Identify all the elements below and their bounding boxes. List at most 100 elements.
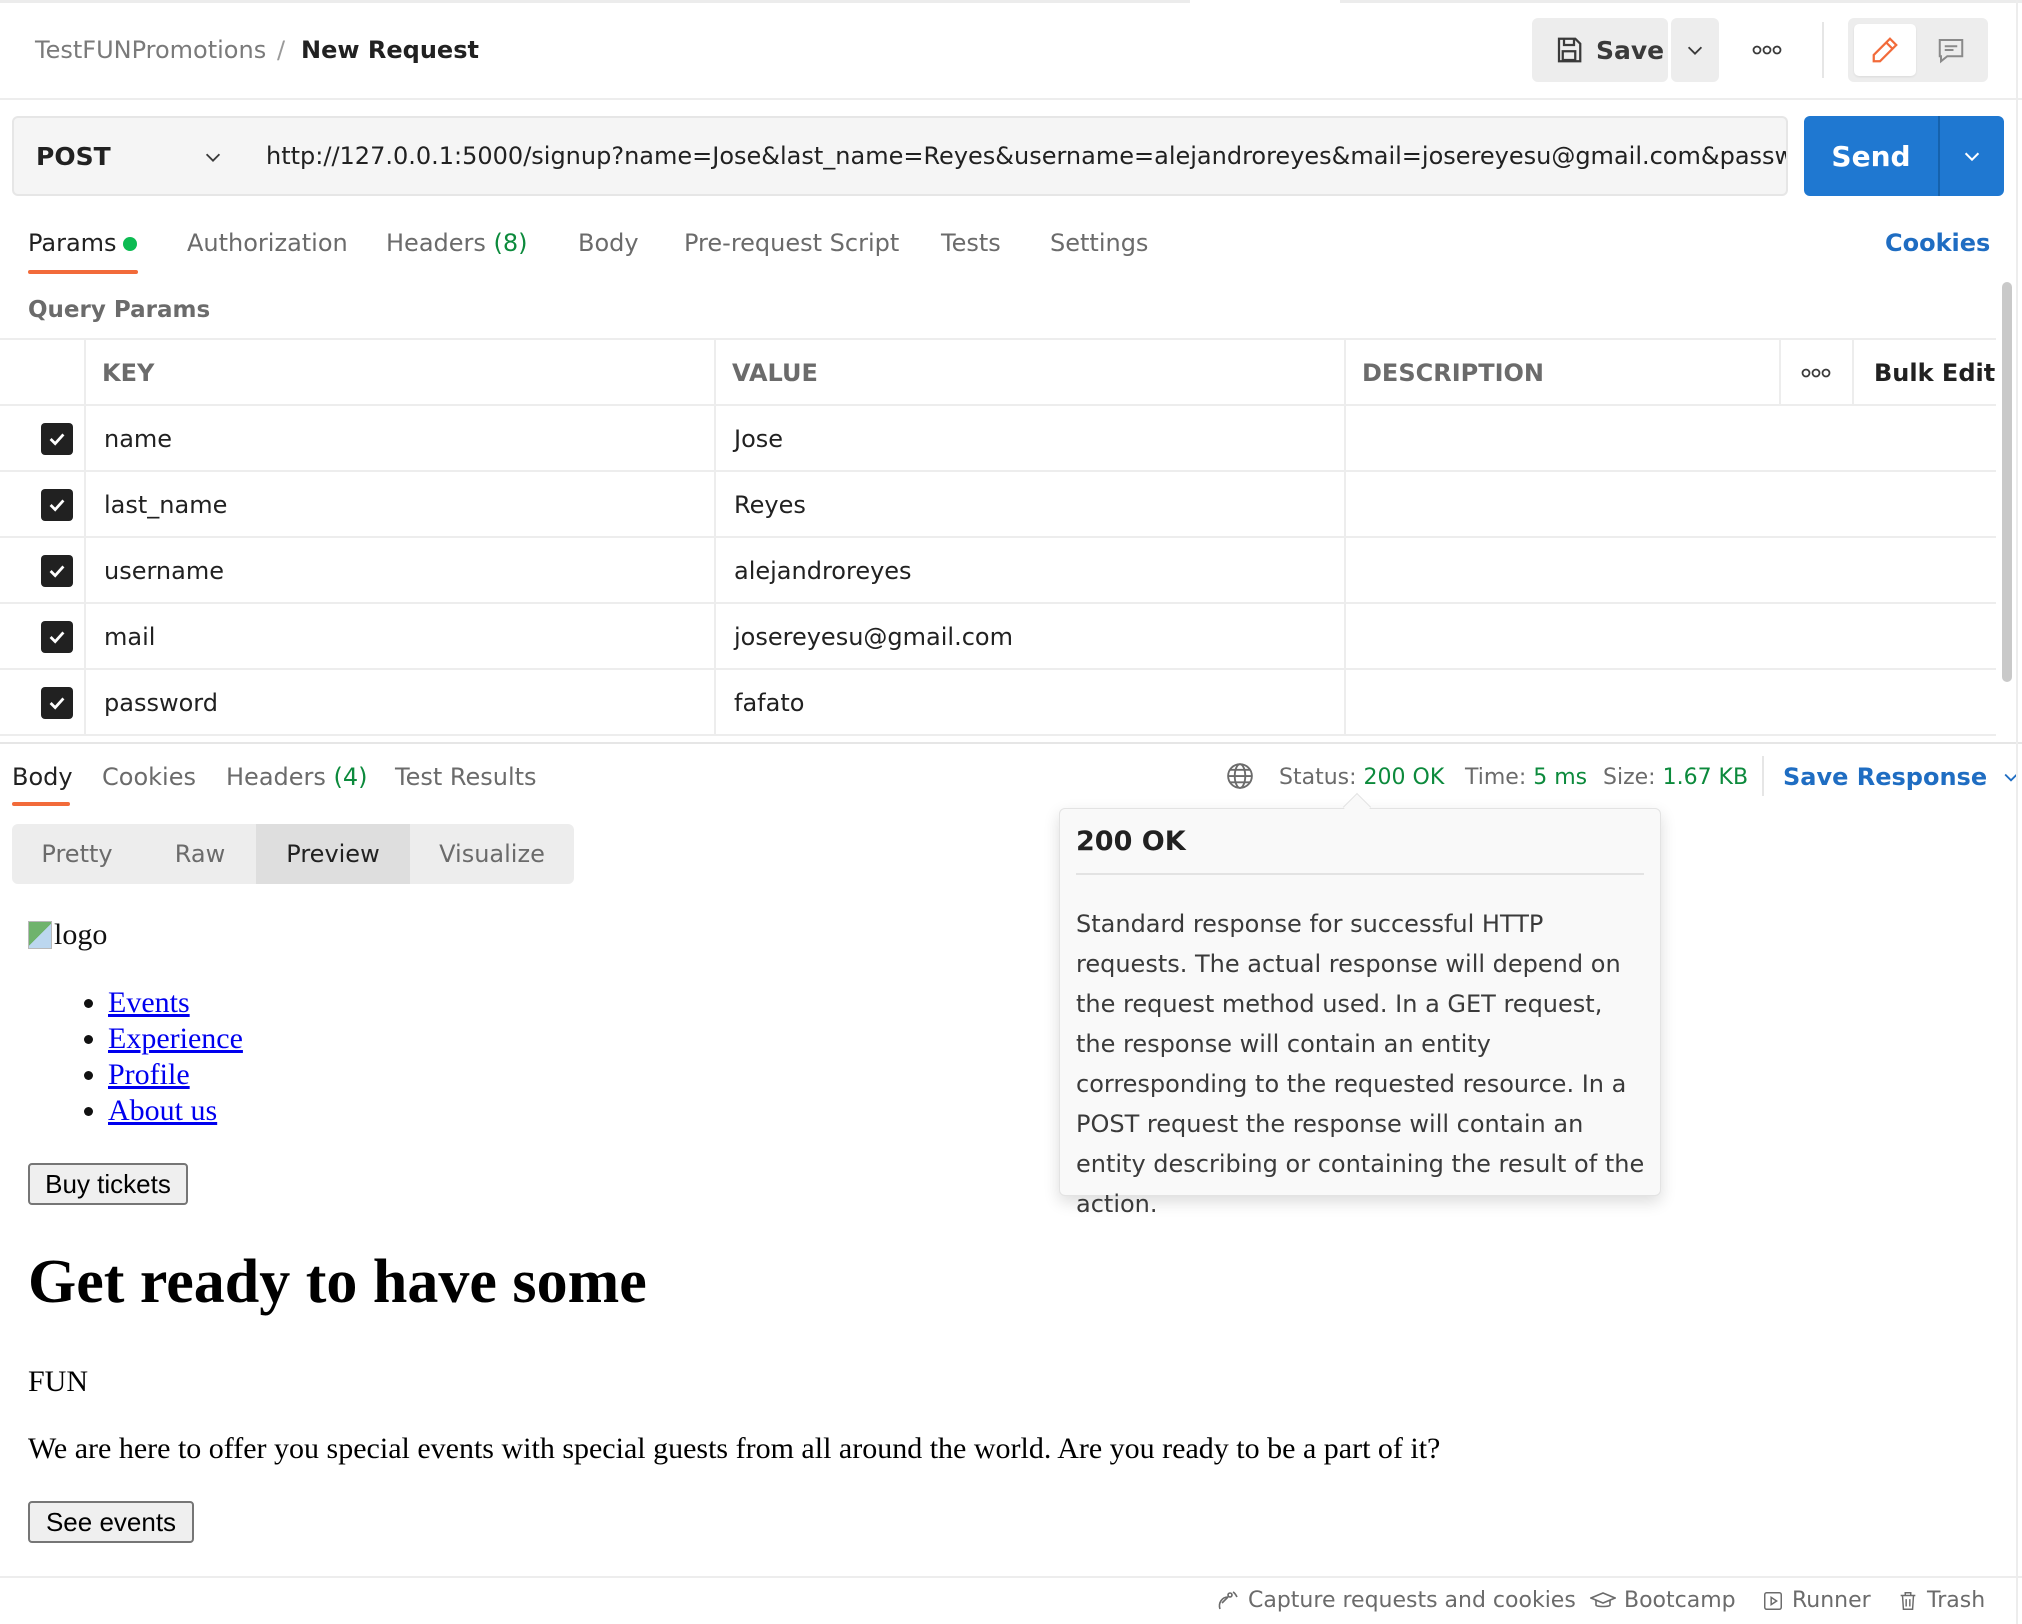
breadcrumb-separator: / — [277, 36, 286, 64]
tab-headers[interactable]: Headers (8) — [386, 229, 528, 257]
param-value[interactable]: alejandroreyes — [734, 538, 912, 604]
response-time[interactable]: Time: 5 ms — [1465, 765, 1587, 790]
save-button[interactable]: Save — [1532, 18, 1668, 82]
comment-icon — [1936, 35, 1966, 65]
active-tab-gap — [1190, 0, 1340, 3]
param-description[interactable] — [1362, 538, 1992, 604]
param-description[interactable] — [1362, 604, 1992, 670]
tab-tests[interactable]: Tests — [941, 229, 1001, 257]
runner-button[interactable]: Runner — [1762, 1588, 1871, 1613]
time-value: 5 ms — [1533, 765, 1588, 790]
nav-link-profile[interactable]: Profile — [108, 1058, 190, 1091]
tab-settings[interactable]: Settings — [1050, 229, 1148, 257]
view-mode-raw[interactable]: Raw — [142, 824, 258, 884]
column-header-description: DESCRIPTION — [1362, 359, 1545, 387]
capture-label: Capture requests and cookies — [1248, 1588, 1576, 1613]
preview-nav-list: Events Experience Profile About us — [60, 985, 243, 1129]
table-header-row: KEY VALUE DESCRIPTION Bulk Edit — [0, 340, 1996, 406]
param-key[interactable]: username — [104, 538, 224, 604]
response-size[interactable]: Size: 1.67 KB — [1603, 765, 1748, 790]
param-description[interactable] — [1362, 670, 1992, 736]
comments-button[interactable] — [1920, 24, 1982, 76]
tab-params[interactable]: Params — [28, 229, 117, 257]
more-horizontal-icon — [1801, 368, 1831, 378]
response-tab-body[interactable]: Body — [12, 763, 73, 791]
row-checkbox[interactable] — [41, 489, 73, 521]
table-row: password fafato — [0, 670, 1996, 736]
param-key[interactable]: mail — [104, 604, 155, 670]
nav-link-about-us[interactable]: About us — [108, 1094, 217, 1127]
status-bar-border — [0, 1576, 2022, 1578]
satellite-icon — [1216, 1589, 1240, 1613]
row-checkbox[interactable] — [41, 423, 73, 455]
view-mode-pretty[interactable]: Pretty — [12, 824, 142, 884]
buy-tickets-button[interactable]: Buy tickets — [28, 1163, 188, 1205]
params-scrollbar[interactable] — [2002, 282, 2012, 682]
response-tab-test-results[interactable]: Test Results — [395, 763, 537, 791]
bulk-edit-button[interactable]: Bulk Edit — [1874, 340, 1995, 406]
edit-mode-button[interactable] — [1854, 24, 1916, 76]
row-checkbox[interactable] — [41, 555, 73, 587]
query-params-title: Query Params — [28, 297, 211, 323]
row-checkbox[interactable] — [41, 621, 73, 653]
bootcamp-button[interactable]: Bootcamp — [1590, 1588, 1736, 1613]
chevron-down-icon — [1684, 39, 1706, 61]
hero-description: We are here to offer you special events … — [28, 1432, 1441, 1465]
response-tab-headers-count: (4) — [333, 763, 368, 791]
globe-icon[interactable] — [1225, 761, 1255, 791]
play-square-icon — [1762, 1590, 1784, 1612]
bootcamp-label: Bootcamp — [1624, 1588, 1736, 1613]
method-select[interactable]: POST — [12, 116, 244, 196]
column-header-value: VALUE — [732, 359, 818, 387]
send-button[interactable]: Send — [1804, 116, 1938, 196]
param-key[interactable]: password — [104, 670, 218, 736]
capture-requests-button[interactable]: Capture requests and cookies — [1216, 1588, 1576, 1613]
param-key[interactable]: name — [104, 406, 172, 472]
tab-prerequest-script[interactable]: Pre-request Script — [684, 229, 899, 257]
param-description[interactable] — [1362, 406, 1992, 472]
breadcrumb-collection[interactable]: TestFUNPromotions — [35, 36, 266, 64]
meta-divider — [1762, 756, 1764, 796]
response-tab-headers[interactable]: Headers (4) — [226, 763, 368, 791]
row-checkbox[interactable] — [41, 687, 73, 719]
see-events-button[interactable]: See events — [28, 1501, 194, 1543]
tab-body[interactable]: Body — [578, 229, 639, 257]
tab-headers-label: Headers — [386, 229, 486, 257]
response-tab-cookies[interactable]: Cookies — [102, 763, 196, 791]
column-options-button[interactable] — [1780, 340, 1852, 406]
window-edge — [2016, 0, 2018, 1624]
nav-link-experience[interactable]: Experience — [108, 1022, 243, 1055]
param-value[interactable]: josereyesu@gmail.com — [734, 604, 1013, 670]
url-input[interactable]: http://127.0.0.1:5000/signup?name=Jose&l… — [242, 116, 1788, 196]
chevron-down-icon — [1961, 145, 1983, 167]
param-description[interactable] — [1362, 472, 1992, 538]
param-value[interactable]: Jose — [734, 406, 783, 472]
param-value[interactable]: fafato — [734, 670, 804, 736]
param-key[interactable]: last_name — [104, 472, 227, 538]
trash-icon — [1897, 1590, 1919, 1612]
hero-fun-text: FUN — [28, 1365, 89, 1398]
more-actions-button[interactable] — [1743, 30, 1791, 70]
list-item: Profile — [108, 1057, 243, 1093]
send-options-button[interactable] — [1940, 116, 2004, 196]
response-status[interactable]: Status: 200 OK — [1279, 765, 1444, 790]
view-mode-visualize[interactable]: Visualize — [410, 824, 574, 884]
param-value[interactable]: Reyes — [734, 472, 806, 538]
more-horizontal-icon — [1752, 45, 1782, 55]
logo-alt-text: logo — [54, 918, 108, 951]
response-tab-active-indicator — [12, 802, 70, 806]
save-response-button[interactable]: Save Response — [1783, 763, 2021, 791]
runner-label: Runner — [1792, 1588, 1871, 1613]
nav-link-events[interactable]: Events — [108, 986, 190, 1019]
params-active-dot — [123, 237, 137, 251]
view-mode-preview[interactable]: Preview — [256, 824, 410, 884]
tab-authorization[interactable]: Authorization — [187, 229, 348, 257]
cookies-link[interactable]: Cookies — [1885, 229, 1990, 257]
trash-button[interactable]: Trash — [1897, 1588, 1985, 1613]
table-row: mail josereyesu@gmail.com — [0, 604, 1996, 670]
breadcrumb-request-name[interactable]: New Request — [301, 36, 479, 64]
size-label: Size: — [1603, 765, 1656, 790]
header-divider — [1822, 22, 1824, 78]
save-options-button[interactable] — [1671, 18, 1719, 82]
response-divider[interactable] — [0, 742, 2022, 744]
